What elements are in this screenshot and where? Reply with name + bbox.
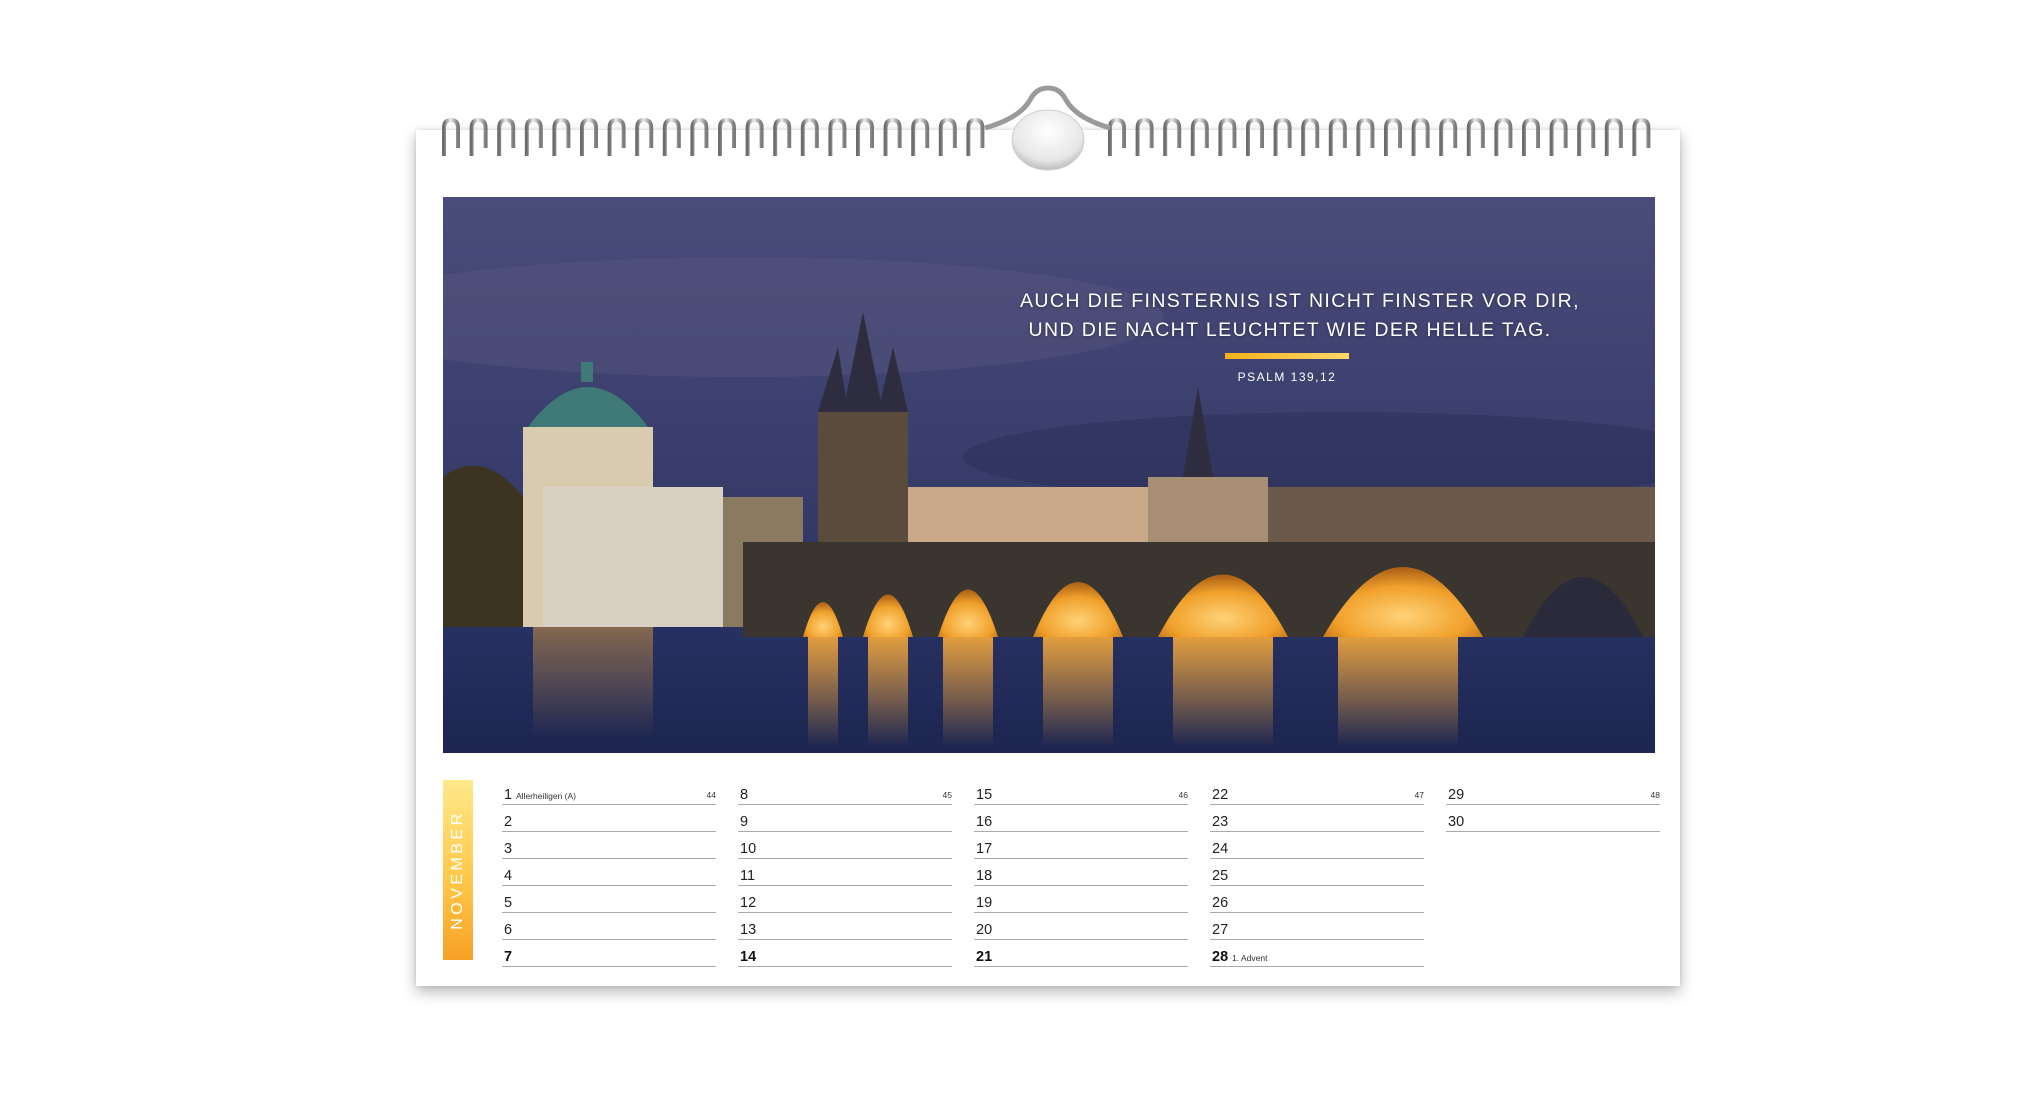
day-number: 18 bbox=[976, 868, 993, 884]
day-row[interactable]: 23 bbox=[1210, 805, 1424, 832]
day-row[interactable]: 11 bbox=[738, 859, 952, 886]
day-number: 24 bbox=[1212, 841, 1229, 857]
day-number: 26 bbox=[1212, 895, 1229, 911]
week-column: 1 Allerheiligen (A) 44 2 3 4 5 6 7 bbox=[502, 778, 716, 967]
day-row[interactable]: 27 bbox=[1210, 913, 1424, 940]
day-number: 21 bbox=[976, 949, 993, 965]
day-number: 20 bbox=[976, 922, 993, 938]
day-number: 10 bbox=[740, 841, 757, 857]
day-number: 19 bbox=[976, 895, 993, 911]
day-number: 13 bbox=[740, 922, 757, 938]
day-row[interactable]: 29 48 bbox=[1446, 778, 1660, 805]
day-row[interactable]: 26 bbox=[1210, 886, 1424, 913]
day-number: 3 bbox=[504, 841, 513, 857]
quote-line-2: UND DIE NACHT LEUCHTET WIE DER HELLE TAG… bbox=[1028, 319, 1552, 341]
week-number: 47 bbox=[1414, 790, 1424, 800]
day-number: 4 bbox=[504, 868, 513, 884]
holiday-label: Allerheiligen (A) bbox=[516, 791, 576, 801]
day-row[interactable]: 22 47 bbox=[1210, 778, 1424, 805]
day-row[interactable]: 7 bbox=[502, 940, 716, 967]
quote-divider bbox=[1225, 353, 1349, 359]
day-row[interactable]: 14 bbox=[738, 940, 952, 967]
day-row[interactable]: 8 45 bbox=[738, 778, 952, 805]
day-row[interactable]: 9 bbox=[738, 805, 952, 832]
day-number: 9 bbox=[740, 814, 749, 830]
day-number: 17 bbox=[976, 841, 993, 857]
day-number: 15 bbox=[976, 787, 993, 803]
psalm-quote: AUCH DIE FINSTERNIS IST NICHT FINSTER VO… bbox=[1020, 287, 1580, 345]
prague-night-photo bbox=[443, 197, 1655, 753]
day-row[interactable]: 24 bbox=[1210, 832, 1424, 859]
day-row[interactable]: 5 bbox=[502, 886, 716, 913]
day-row[interactable]: 18 bbox=[974, 859, 1188, 886]
month-label: NOVEMBER bbox=[449, 810, 466, 930]
day-number: 2 bbox=[504, 814, 513, 830]
quote-source: PSALM 139,12 bbox=[1237, 370, 1337, 384]
quote-line-1: AUCH DIE FINSTERNIS IST NICHT FINSTER VO… bbox=[1020, 290, 1580, 312]
day-row[interactable]: 25 bbox=[1210, 859, 1424, 886]
holiday-label: 1. Advent bbox=[1232, 953, 1268, 963]
day-row[interactable]: 19 bbox=[974, 886, 1188, 913]
day-row[interactable]: 21 bbox=[974, 940, 1188, 967]
day-number: 29 bbox=[1448, 787, 1465, 803]
day-number: 22 bbox=[1212, 787, 1229, 803]
day-number: 7 bbox=[504, 949, 513, 965]
day-number: 14 bbox=[740, 949, 757, 965]
day-number: 8 bbox=[740, 787, 749, 803]
day-number: 30 bbox=[1448, 814, 1465, 830]
day-row[interactable]: 28 1. Advent bbox=[1210, 940, 1424, 967]
day-row[interactable]: 17 bbox=[974, 832, 1188, 859]
day-row[interactable]: 20 bbox=[974, 913, 1188, 940]
week-column: 22 47 23 24 25 26 27 28 1. Advent bbox=[1210, 778, 1424, 967]
week-number: 46 bbox=[1178, 790, 1188, 800]
day-number: 5 bbox=[504, 895, 513, 911]
week-column: 15 46 16 17 18 19 20 21 bbox=[974, 778, 1188, 967]
day-number: 23 bbox=[1212, 814, 1229, 830]
day-row[interactable]: 3 bbox=[502, 832, 716, 859]
day-row[interactable]: 10 bbox=[738, 832, 952, 859]
day-number: 12 bbox=[740, 895, 757, 911]
week-number: 48 bbox=[1650, 790, 1660, 800]
day-row[interactable]: 30 bbox=[1446, 805, 1660, 832]
day-number: 28 bbox=[1212, 949, 1229, 965]
day-row[interactable]: 6 bbox=[502, 913, 716, 940]
day-row[interactable]: 2 bbox=[502, 805, 716, 832]
day-row[interactable]: 13 bbox=[738, 913, 952, 940]
day-number: 16 bbox=[976, 814, 993, 830]
week-number: 45 bbox=[942, 790, 952, 800]
day-number: 11 bbox=[740, 868, 756, 884]
day-number: 1 bbox=[504, 787, 513, 803]
day-number: 25 bbox=[1212, 868, 1229, 884]
day-row[interactable]: 15 46 bbox=[974, 778, 1188, 805]
week-number: 44 bbox=[706, 790, 716, 800]
week-column: 29 48 30 bbox=[1446, 778, 1660, 832]
week-column: 8 45 9 10 11 12 13 14 bbox=[738, 778, 952, 967]
day-number: 27 bbox=[1212, 922, 1229, 938]
day-row[interactable]: 12 bbox=[738, 886, 952, 913]
day-row[interactable]: 16 bbox=[974, 805, 1188, 832]
day-row[interactable]: 4 bbox=[502, 859, 716, 886]
day-row[interactable]: 1 Allerheiligen (A) 44 bbox=[502, 778, 716, 805]
day-number: 6 bbox=[504, 922, 513, 938]
